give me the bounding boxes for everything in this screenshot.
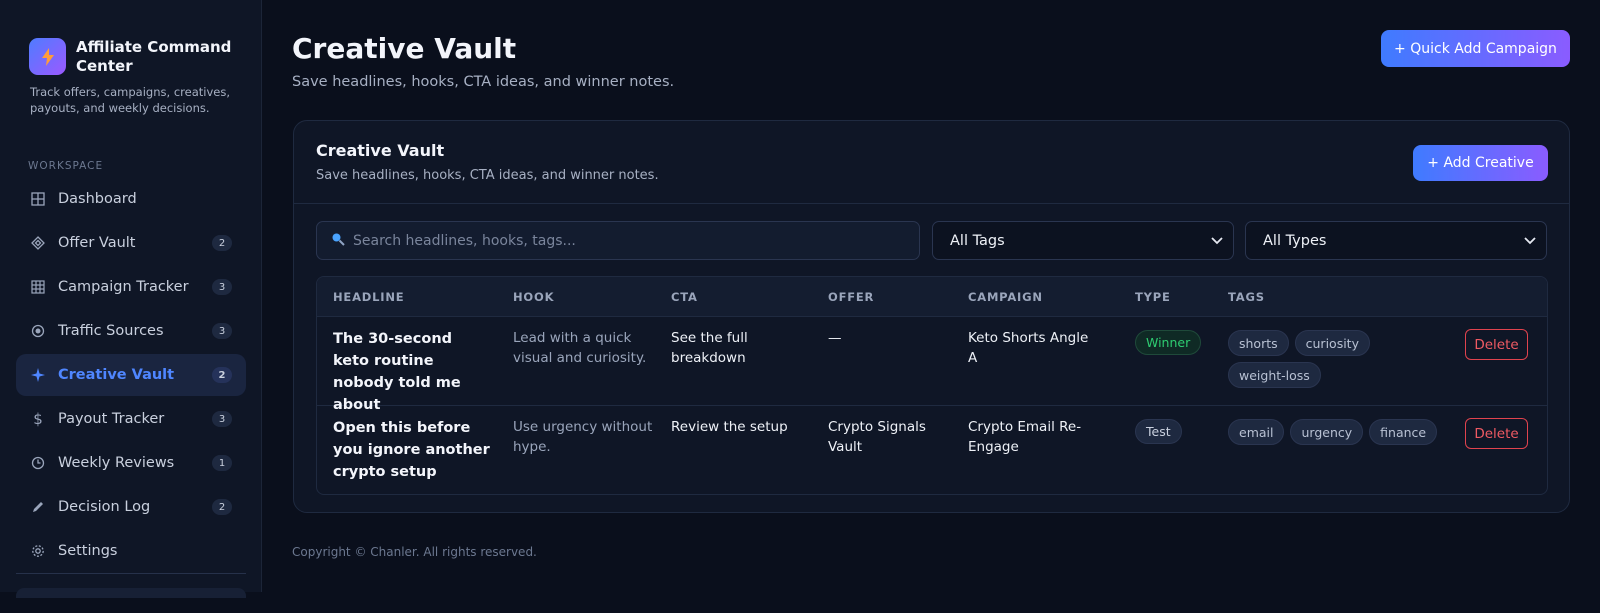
sidebar-item-dashboard[interactable]: Dashboard (16, 178, 246, 220)
sidebar-item-label: Decision Log (58, 499, 151, 515)
add-creative-button[interactable]: + Add Creative (1413, 145, 1548, 181)
types-filter-select[interactable]: All Types (1245, 221, 1547, 260)
sidebar-item-label: Offer Vault (58, 235, 136, 251)
tags-filter-select[interactable]: All Tags (932, 221, 1234, 260)
tag-chip[interactable]: finance (1369, 419, 1438, 445)
panel-subtitle: Save headlines, hooks, CTA ideas, and wi… (316, 168, 659, 183)
headline-cell: Open this before you ignore another cryp… (333, 420, 490, 480)
sparkle-icon (30, 367, 46, 383)
column-header-cta[interactable]: CTA (671, 290, 698, 304)
hook-cell: Use urgency without hype. (513, 419, 653, 455)
tag-chip[interactable]: email (1228, 419, 1285, 445)
sidebar-item-settings[interactable]: Settings (16, 530, 246, 572)
count-badge: 2 (212, 367, 232, 383)
count-badge: 2 (212, 235, 232, 251)
clock-icon (30, 455, 46, 471)
sidebar-item-label: Dashboard (58, 191, 137, 207)
diamond-icon (30, 235, 46, 251)
table-row: Open this before you ignore another cryp… (317, 406, 1547, 494)
tag-chip[interactable]: shorts (1228, 330, 1289, 356)
table-header: HEADLINE HOOK CTA OFFER CAMPAIGN TYPE TA… (317, 277, 1547, 317)
delete-button[interactable]: Delete (1465, 418, 1528, 449)
sidebar-divider (16, 573, 246, 574)
creative-vault-panel: Creative Vault Save headlines, hooks, CT… (293, 120, 1570, 513)
bolt-icon (29, 38, 66, 75)
tag-chip[interactable]: curiosity (1294, 330, 1370, 356)
search-box[interactable] (316, 221, 920, 260)
campaign-cell: Crypto Email Re-Engage (968, 419, 1082, 455)
count-badge: 1 (212, 455, 232, 471)
brand-description: Track offers, campaigns, creatives, payo… (30, 85, 230, 115)
column-header-hook[interactable]: HOOK (513, 290, 554, 304)
tag-chip[interactable]: urgency (1290, 419, 1364, 445)
cta-cell: See the full breakdown (671, 330, 748, 366)
count-badge: 3 (212, 323, 232, 339)
sidebar-item-label: Payout Tracker (58, 411, 165, 427)
sidebar-nav: Dashboard Offer Vault 2 Campaign Tracker… (16, 178, 246, 574)
section-label-workspace: WORKSPACE (28, 160, 104, 172)
offer-cell: Crypto Signals Vault (828, 419, 926, 455)
delete-button[interactable]: Delete (1465, 329, 1528, 360)
cta-cell: Review the setup (671, 419, 788, 435)
sidebar: Affiliate Command Center Track offers, c… (0, 0, 262, 598)
column-header-type[interactable]: TYPE (1135, 290, 1171, 304)
column-header-tags[interactable]: TAGS (1228, 290, 1265, 304)
grid-icon (30, 191, 46, 207)
types-filter-value: All Types (1263, 232, 1327, 249)
headline-cell: The 30-second keto routine nobody told m… (333, 331, 461, 413)
footer-copyright: Copyright © Chanler. All rights reserved… (292, 545, 537, 559)
page-subtitle: Save headlines, hooks, CTA ideas, and wi… (292, 74, 675, 90)
tag-chip[interactable]: weight-loss (1228, 362, 1321, 388)
chevron-down-icon (1524, 233, 1536, 249)
panel-title: Creative Vault (316, 141, 445, 160)
page-title: Creative Vault (292, 32, 517, 65)
sidebar-item-label: Weekly Reviews (58, 455, 175, 471)
sidebar-item-label: Campaign Tracker (58, 279, 189, 295)
tags-filter-value: All Tags (950, 232, 1005, 249)
type-badge-test: Test (1135, 419, 1182, 444)
chevron-down-icon (1211, 233, 1223, 249)
search-icon (331, 231, 345, 250)
column-header-campaign[interactable]: CAMPAIGN (968, 290, 1043, 304)
sidebar-item-label: Settings (58, 543, 118, 559)
dollar-icon: $ (33, 410, 43, 428)
sidebar-item-offer-vault[interactable]: Offer Vault 2 (16, 222, 246, 264)
sidebar-item-weekly-reviews[interactable]: Weekly Reviews 1 (16, 442, 246, 484)
tags-cell: email urgency finance (1228, 419, 1438, 445)
pencil-icon (30, 499, 46, 515)
column-header-headline[interactable]: HEADLINE (333, 290, 404, 304)
brand[interactable]: Affiliate Command Center (29, 38, 246, 76)
sidebar-footer-card (16, 588, 246, 598)
table-icon (30, 279, 46, 295)
creatives-table: HEADLINE HOOK CTA OFFER CAMPAIGN TYPE TA… (316, 276, 1548, 495)
search-input[interactable] (353, 232, 919, 249)
count-badge: 3 (212, 411, 232, 427)
count-badge: 3 (212, 279, 232, 295)
offer-cell: — (828, 330, 842, 346)
campaign-cell: Keto Shorts Angle A (968, 330, 1089, 366)
type-badge-winner: Winner (1135, 330, 1202, 355)
sidebar-item-campaign-tracker[interactable]: Campaign Tracker 3 (16, 266, 246, 308)
target-icon (30, 323, 46, 339)
gear-icon (30, 543, 46, 559)
tags-cell: shorts curiosity weight-loss (1228, 330, 1438, 388)
sidebar-item-traffic-sources[interactable]: Traffic Sources 3 (16, 310, 246, 352)
sidebar-item-creative-vault[interactable]: Creative Vault 2 (16, 354, 246, 396)
sidebar-item-payout-tracker[interactable]: $ Payout Tracker 3 (16, 398, 246, 440)
divider (294, 203, 1569, 204)
brand-name: Affiliate Command Center (76, 38, 232, 75)
quick-add-campaign-button[interactable]: + Quick Add Campaign (1381, 30, 1570, 67)
count-badge: 2 (212, 499, 232, 515)
hook-cell: Lead with a quick visual and curiosity. (513, 330, 647, 366)
table-row: The 30-second keto routine nobody told m… (317, 317, 1547, 413)
sidebar-item-label: Traffic Sources (58, 323, 164, 339)
sidebar-item-decision-log[interactable]: Decision Log 2 (16, 486, 246, 528)
column-header-offer[interactable]: OFFER (828, 290, 874, 304)
sidebar-item-label: Creative Vault (58, 367, 175, 383)
